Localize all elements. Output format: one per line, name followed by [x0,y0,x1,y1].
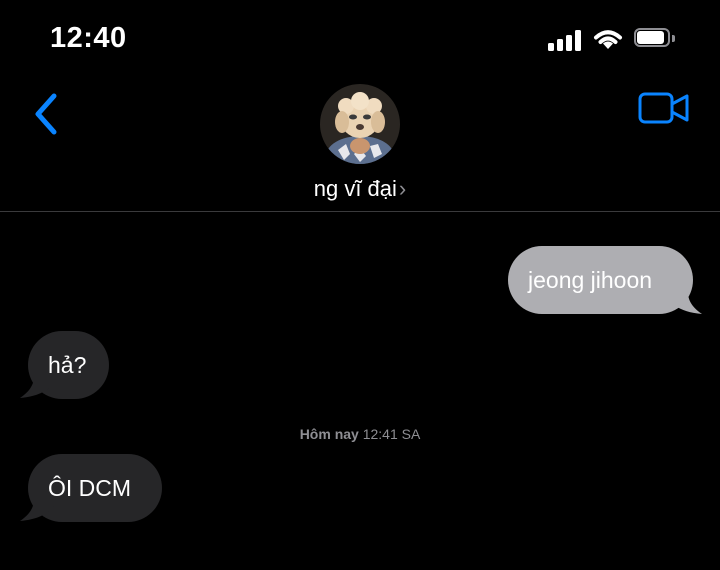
timestamp-time: 12:41 SA [362,426,421,442]
battery-icon [634,28,675,49]
contact-name: ng vĩ đại [313,176,397,201]
bubble-tail [20,499,58,521]
cellular-signal-icon [548,29,582,51]
bubble-tail [20,376,58,398]
video-call-icon[interactable] [638,91,690,125]
avatar[interactable] [320,84,400,164]
timestamp-day: Hôm nay [299,426,359,442]
contact-name-button[interactable]: ng vĩ đại› [0,176,720,202]
header-divider [0,211,720,212]
avatar-dog-image [320,84,400,164]
bubble-tail [664,292,702,314]
status-time: 12:40 [50,22,127,54]
back-chevron-icon[interactable] [30,90,64,138]
chevron-right-icon: › [398,176,407,201]
message-timestamp: Hôm nay 12:41 SA [0,426,720,442]
wifi-icon [594,30,622,49]
